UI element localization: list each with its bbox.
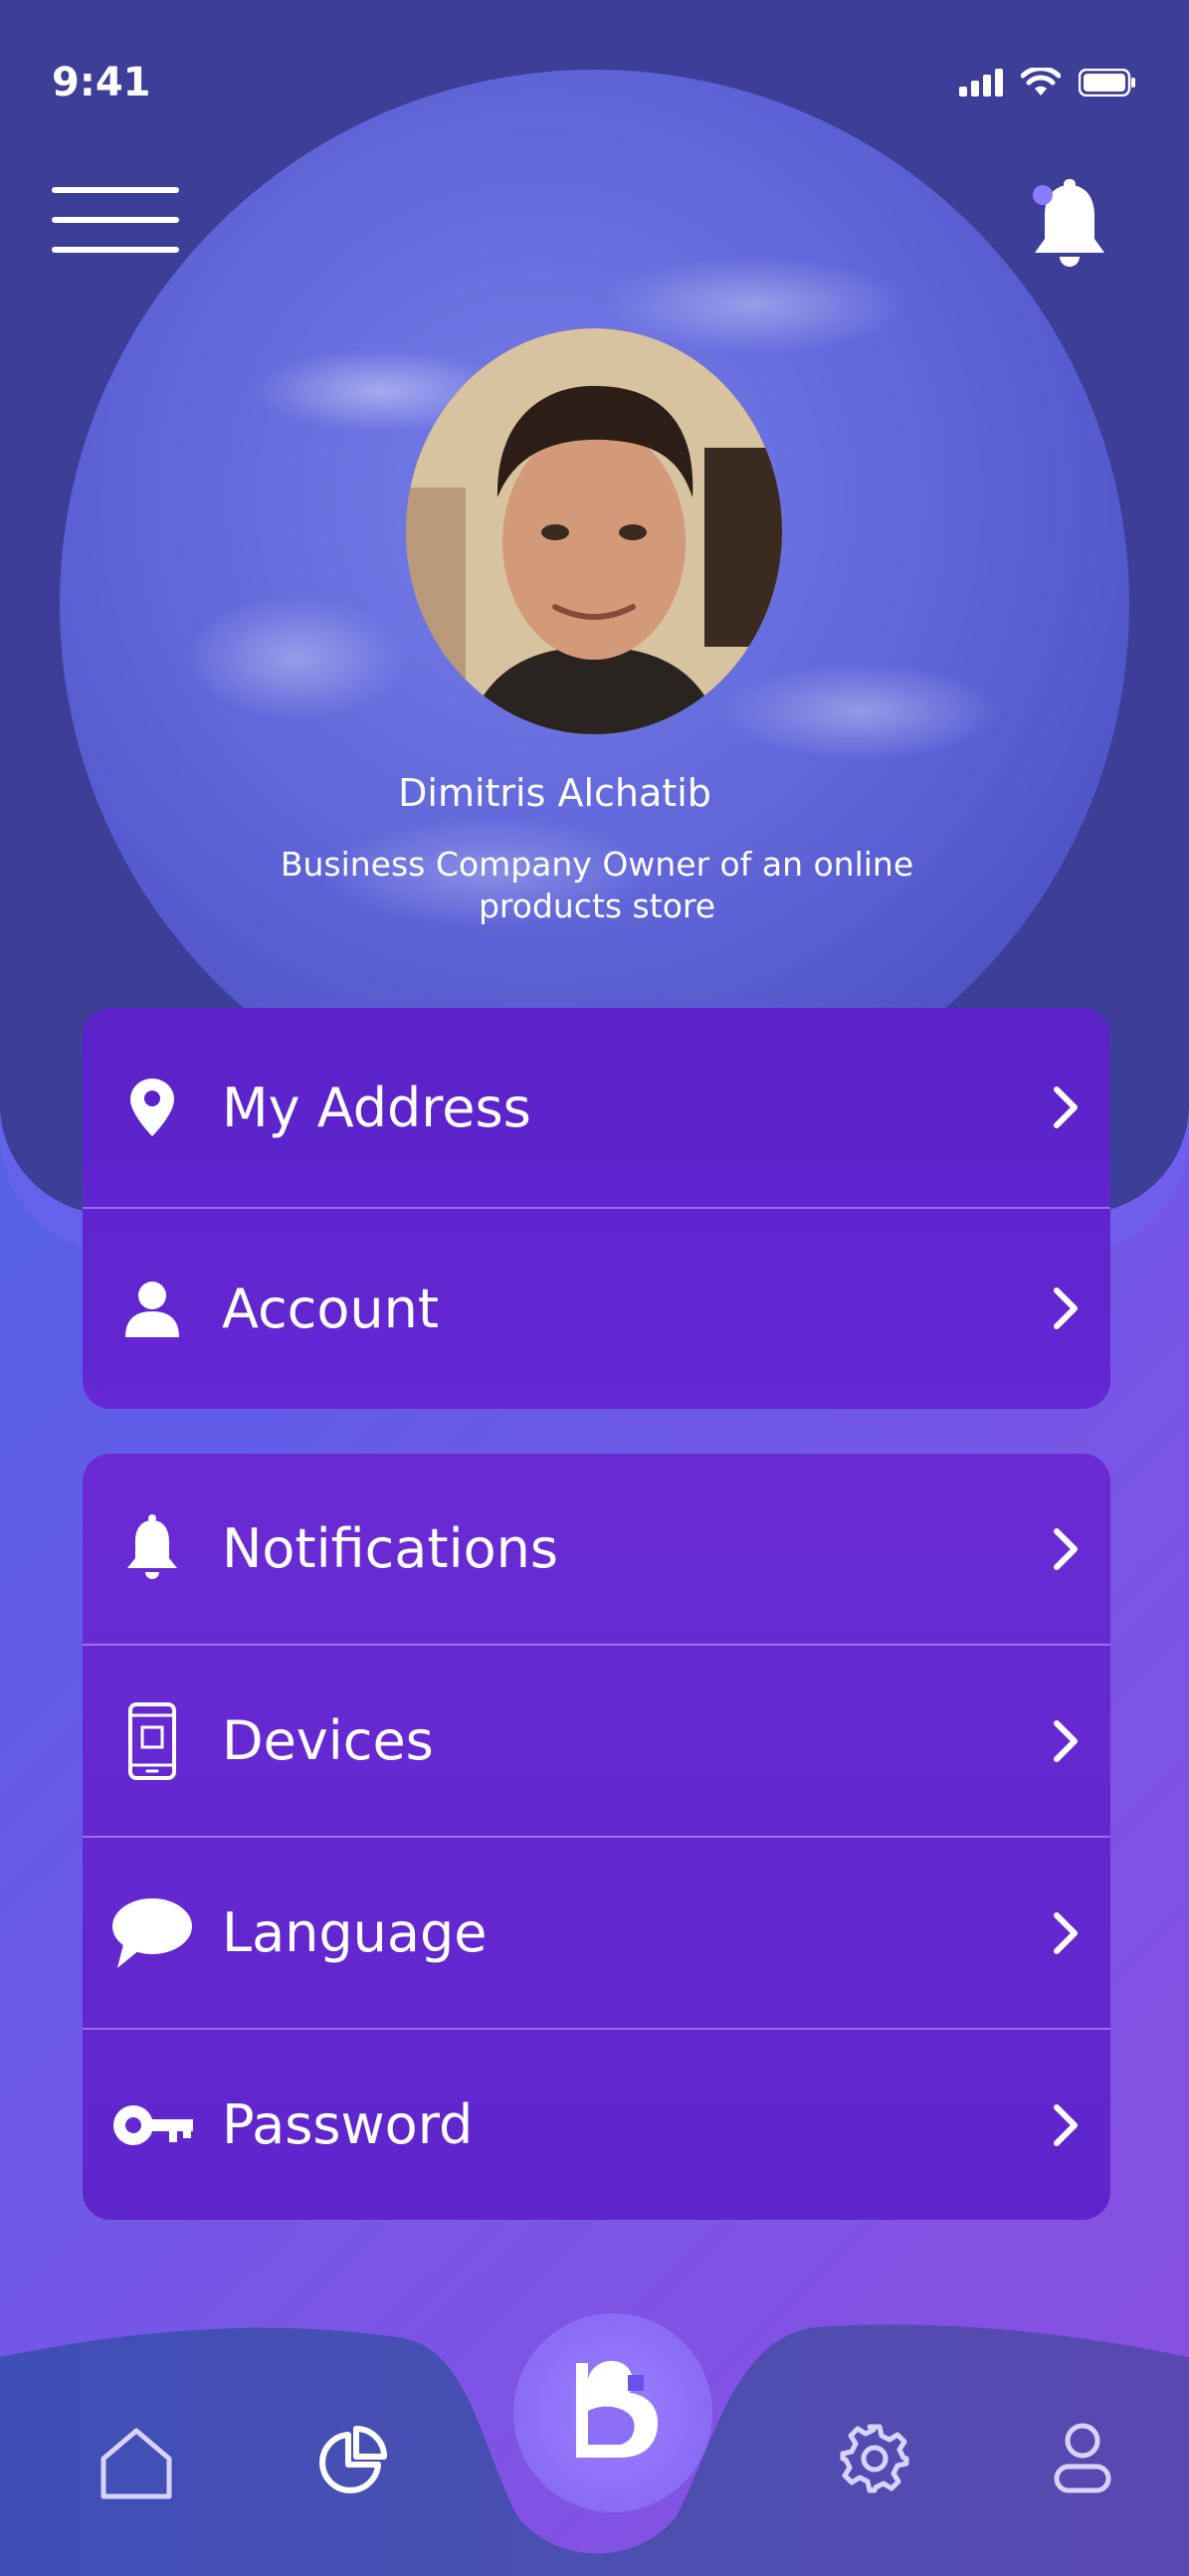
user-name: Dimitris Alchatib xyxy=(398,771,711,815)
menu-card-settings: Notifications Devices Language Password xyxy=(83,1454,1110,2220)
bell-icon xyxy=(1033,179,1104,267)
chat-bubble-icon xyxy=(112,1897,192,1968)
settings-icon xyxy=(840,2424,909,2493)
brand-logo-icon xyxy=(576,2360,658,2458)
chevron-right-icon xyxy=(1054,1087,1078,1128)
hamburger-menu-button[interactable] xyxy=(52,184,181,256)
menu-item-label: Language xyxy=(222,1901,488,1964)
nav-settings-button[interactable] xyxy=(839,2423,910,2498)
menu-item-account[interactable]: Account xyxy=(83,1209,1110,1408)
menu-item-password[interactable]: Password xyxy=(83,2030,1110,2220)
menu-item-devices[interactable]: Devices xyxy=(83,1646,1110,1838)
menu-item-language[interactable]: Language xyxy=(83,1838,1110,2030)
chevron-right-icon xyxy=(1054,2103,1078,2146)
menu-item-label: Notifications xyxy=(222,1517,558,1580)
location-pin-icon xyxy=(130,1079,174,1136)
avatar-image xyxy=(406,328,782,734)
chevron-right-icon xyxy=(1054,1911,1078,1954)
phone-icon xyxy=(128,1701,176,1780)
nav-stats-button[interactable] xyxy=(316,2425,388,2500)
pie-chart-icon xyxy=(319,2426,387,2493)
wifi-icon xyxy=(1021,68,1061,96)
key-icon xyxy=(113,2104,193,2145)
user-bio: Business Company Owner of an online prod… xyxy=(280,845,914,925)
menu-item-label: Password xyxy=(222,2093,474,2156)
notifications-button[interactable] xyxy=(1025,177,1114,277)
menu-card-primary: My Address Account xyxy=(83,1008,1110,1409)
user-icon xyxy=(125,1282,179,1337)
profile-icon xyxy=(1054,2423,1111,2493)
status-time: 9:41 xyxy=(52,60,151,105)
home-fab-button[interactable] xyxy=(513,2313,712,2512)
status-bar: 9:41 xyxy=(52,60,1136,109)
nav-home-button[interactable] xyxy=(98,2425,175,2506)
menu-item-my-address[interactable]: My Address xyxy=(83,1008,1110,1209)
avatar[interactable] xyxy=(406,328,782,734)
menu-item-label: Devices xyxy=(222,1709,434,1772)
status-icons xyxy=(959,68,1136,98)
nav-profile-button[interactable] xyxy=(1053,2421,1112,2498)
menu-item-label: My Address xyxy=(222,1076,531,1139)
menu-item-notifications[interactable]: Notifications xyxy=(83,1454,1110,1646)
battery-icon xyxy=(1079,69,1135,97)
home-icon xyxy=(100,2428,172,2499)
chevron-right-icon xyxy=(1054,1527,1078,1570)
chevron-right-icon xyxy=(1054,1288,1078,1329)
menu-item-label: Account xyxy=(222,1277,440,1340)
signal-icon xyxy=(959,69,1003,97)
chevron-right-icon xyxy=(1054,1719,1078,1762)
bell-icon xyxy=(127,1513,177,1579)
